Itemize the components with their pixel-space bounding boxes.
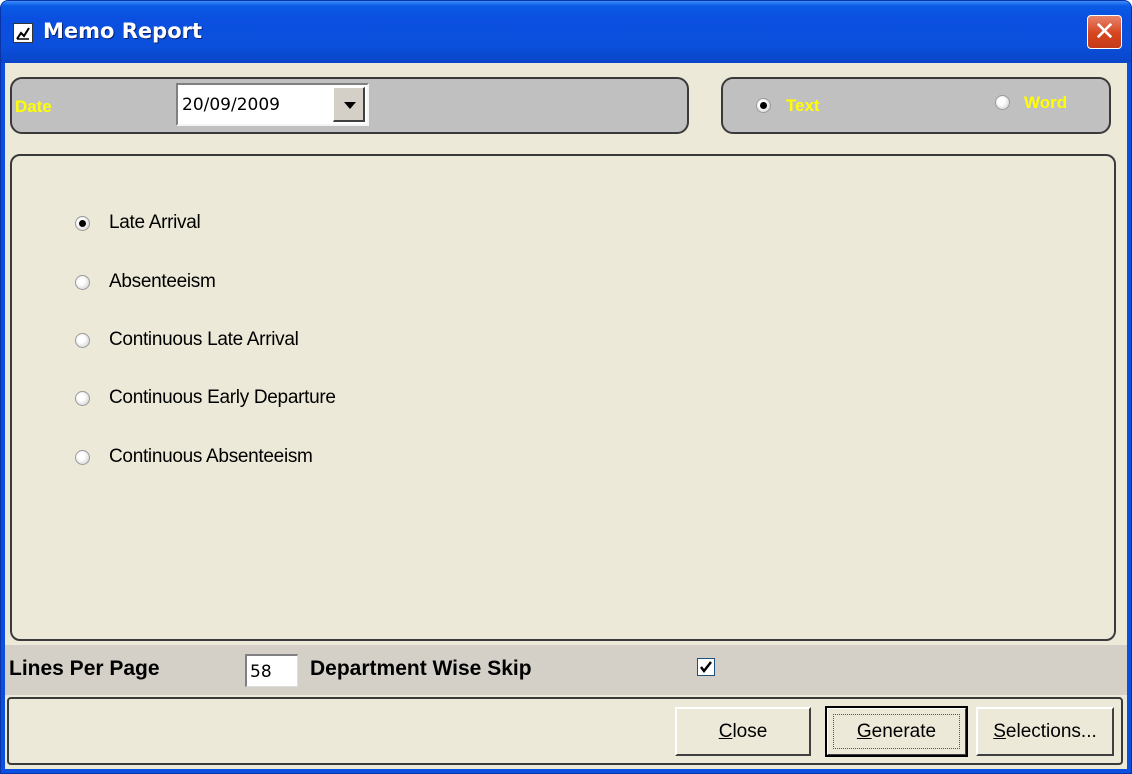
option-label[interactable]: Continuous Early Departure [109,387,336,409]
close-button[interactable]: Close [675,707,811,756]
option-label[interactable]: Continuous Late Arrival [109,329,299,351]
client-area: Date 20/09/2009 Text Word Late Arrival A… [5,63,1127,769]
title-bar[interactable]: Memo Report ✕ [1,1,1131,63]
close-rest: lose [732,721,768,742]
checkmark-icon [700,661,712,673]
radio-continuous-late-arrival[interactable] [75,333,90,348]
window-title: Memo Report [43,19,203,43]
date-value[interactable]: 20/09/2009 [182,95,280,115]
output-format-group: Text Word [721,77,1111,134]
selections-mnemonic: S [993,721,1006,742]
radio-late-arrival[interactable] [75,216,90,231]
memo-report-window: Memo Report ✕ Date 20/09/2009 Text Word … [0,0,1132,774]
date-label: Date [15,97,52,116]
chevron-down-icon[interactable] [333,87,365,122]
format-word-label[interactable]: Word [1024,93,1067,113]
window-close-button[interactable]: ✕ [1087,15,1122,49]
close-mnemonic: C [718,721,733,742]
department-wise-skip-label: Department Wise Skip [310,657,532,680]
radio-word[interactable] [995,95,1010,110]
generate-button[interactable]: Generate [825,706,968,757]
lines-per-page-input[interactable]: 58 [245,654,298,687]
settings-bar: Lines Per Page 58 Department Wise Skip [5,645,1127,695]
radio-continuous-absenteeism[interactable] [75,450,90,465]
lines-per-page-label: Lines Per Page [9,657,160,680]
action-bar: Close Generate Selections... [7,697,1123,765]
department-wise-skip-checkbox[interactable] [697,658,715,676]
format-text-label[interactable]: Text [786,96,820,116]
date-group: Date 20/09/2009 [10,77,689,134]
option-label[interactable]: Absenteeism [109,271,216,293]
radio-text[interactable] [756,98,771,113]
selections-button[interactable]: Selections... [976,707,1114,756]
close-icon: ✕ [1093,17,1116,47]
option-label[interactable]: Continuous Absenteeism [109,446,313,468]
focus-rect [833,714,960,749]
selections-rest: elections... [1005,721,1097,742]
option-label[interactable]: Late Arrival [109,212,201,234]
radio-continuous-early-departure[interactable] [75,391,90,406]
report-options-panel: Late Arrival Absenteeism Continuous Late… [10,154,1116,641]
radio-absenteeism[interactable] [75,275,90,290]
date-picker[interactable]: 20/09/2009 [176,83,369,126]
app-icon [13,23,33,43]
